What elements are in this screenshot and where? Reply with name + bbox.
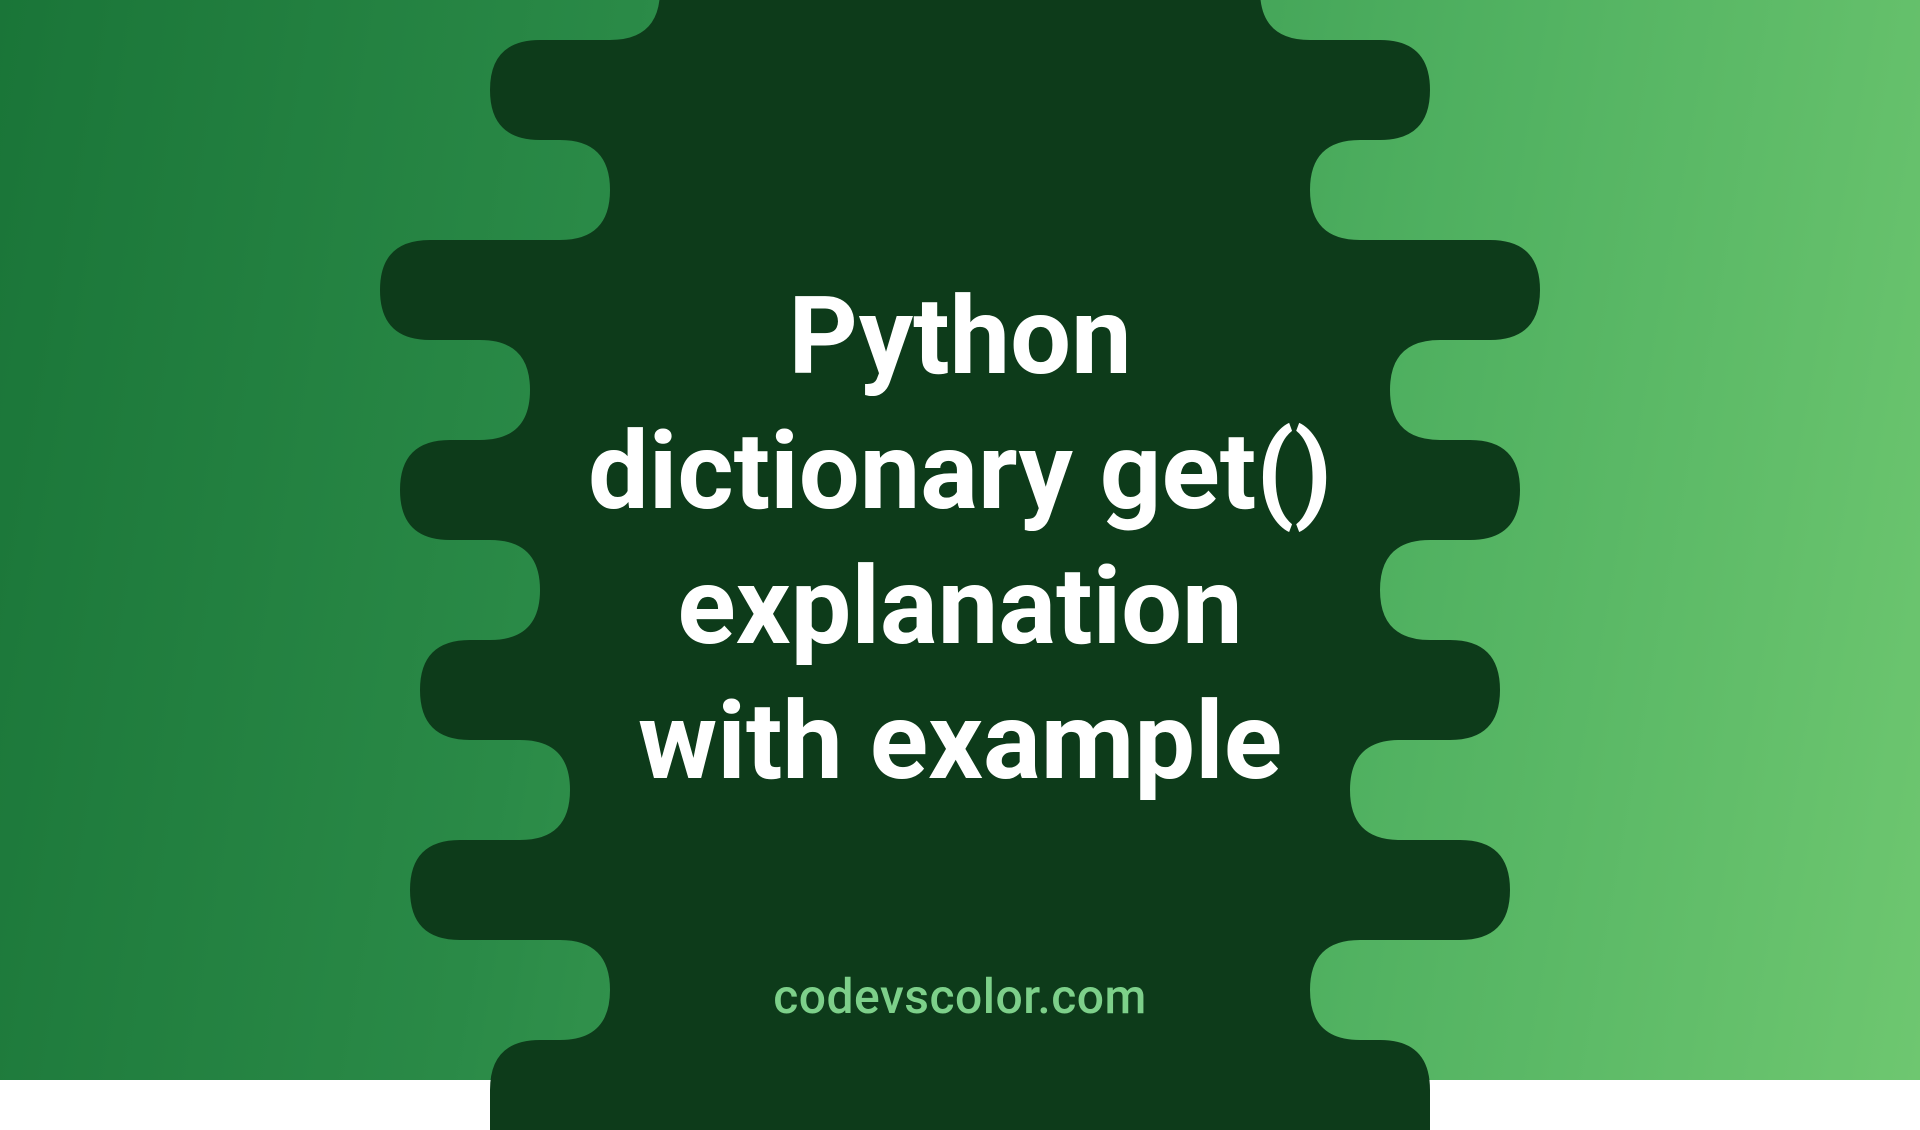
- footer-site-url: codevscolor.com: [773, 968, 1147, 1025]
- main-title: Python dictionary get() explanation with…: [588, 270, 1332, 810]
